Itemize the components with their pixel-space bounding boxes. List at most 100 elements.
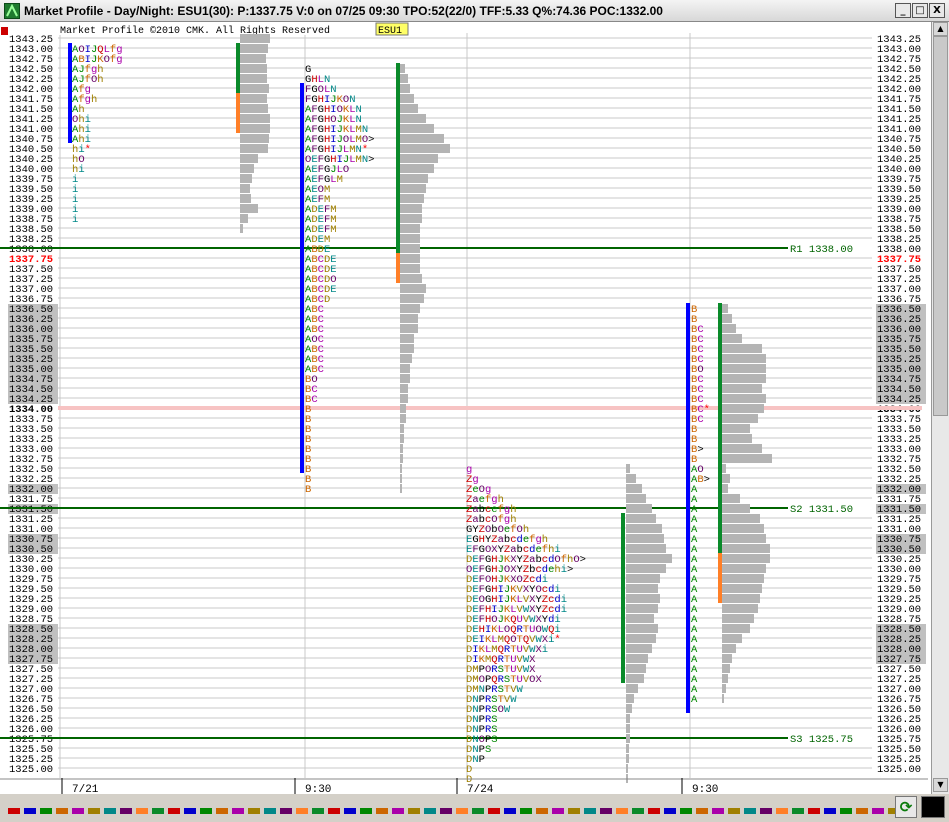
volume-bar [400,414,406,423]
volume-bar [722,564,766,573]
vertical-scrollbar[interactable]: ▲ ▼ [931,22,949,794]
scroll-down-icon[interactable]: ▼ [933,778,948,792]
color-swatch [56,808,68,814]
color-swatch [616,808,628,814]
highlight-price-line [58,406,922,410]
volume-bar [626,744,629,753]
color-swatch [600,808,612,814]
volume-bar [626,654,648,663]
color-swatch [88,808,100,814]
scroll-up-icon[interactable]: ▲ [933,22,948,36]
volume-bar [400,314,418,323]
volume-bar [626,754,629,763]
volume-bar [722,414,758,423]
volume-bar [240,104,268,113]
color-swatch [408,808,420,814]
color-swatch [104,808,116,814]
volume-bar [400,224,420,233]
volume-bar [626,474,636,483]
color-swatch [552,808,564,814]
volume-bar [240,144,268,153]
volume-bar [722,544,770,553]
volume-bar [722,624,750,633]
volume-bar [240,64,267,73]
volume-bar [626,504,652,513]
volume-bar [240,174,252,183]
color-swatch [840,808,852,814]
volume-bar [240,194,251,203]
color-swatch [536,808,548,814]
volume-bar [722,554,770,563]
volume-bar [626,694,634,703]
volume-bar [722,664,730,673]
color-swatch [328,808,340,814]
volume-bar [400,344,414,353]
volume-bar [240,214,248,223]
volume-bar [722,574,764,583]
volume-bar [240,204,258,213]
volume-bar [722,504,750,513]
market-profile-chart[interactable]: 1343.25 1343.251343.00 1343.001342.75 1342.… [0,22,931,794]
color-swatch [712,808,724,814]
volume-bar [400,104,418,113]
volume-bar [722,314,732,323]
color-swatch [680,808,692,814]
volume-bar [722,634,742,643]
color-swatch [808,808,820,814]
volume-bar [240,54,266,63]
value-area-bar [300,83,304,473]
value-area-extension [396,253,400,283]
color-swatch [152,808,164,814]
color-swatch [24,808,36,814]
volume-bar [400,114,426,123]
color-swatch [312,808,324,814]
volume-bar [240,224,243,233]
volume-bar [400,424,404,433]
volume-bar [722,604,758,613]
volume-bar [400,234,420,243]
volume-bar [722,364,766,373]
color-swatch [648,808,660,814]
close-button[interactable]: X [929,3,945,18]
color-swatch [856,808,868,814]
volume-bar [722,324,736,333]
volume-bar [626,724,630,733]
volume-bar [400,164,434,173]
volume-bar [400,404,406,413]
color-swatch [520,808,532,814]
volume-bar [400,364,410,373]
color-swatch [360,808,372,814]
volume-bar [240,84,269,93]
window-titlebar: Market Profile - Day/Night: ESU1(30): P:… [0,0,949,22]
volume-bar [626,564,666,573]
color-picker-button[interactable] [921,796,945,818]
volume-bar [722,654,732,663]
color-swatch [728,808,740,814]
x-axis-label: 9:30 [692,784,718,794]
scroll-thumb[interactable] [933,36,948,416]
color-swatch [488,808,500,814]
volume-bar [400,374,410,383]
color-swatch [456,808,468,814]
volume-bar [400,174,428,183]
color-swatch [424,808,436,814]
refresh-button[interactable]: ⟳ [895,796,917,818]
volume-bar [722,614,754,623]
volume-bar [722,394,766,403]
maximize-button[interactable]: □ [912,3,928,18]
minimize-button[interactable]: _ [895,3,911,18]
volume-bar [626,734,630,743]
color-status-bar: ⟳ [0,794,949,822]
color-swatch [120,808,132,814]
color-swatch [8,808,20,814]
color-swatch [440,808,452,814]
volume-bar [240,164,254,173]
volume-bar [722,434,752,443]
color-swatch [296,808,308,814]
volume-bar [626,674,644,683]
volume-bar [400,214,422,223]
volume-bar [626,624,658,633]
window-title: Market Profile - Day/Night: ESU1(30): P:… [24,4,663,18]
volume-bar [722,524,764,533]
volume-bar [722,594,760,603]
